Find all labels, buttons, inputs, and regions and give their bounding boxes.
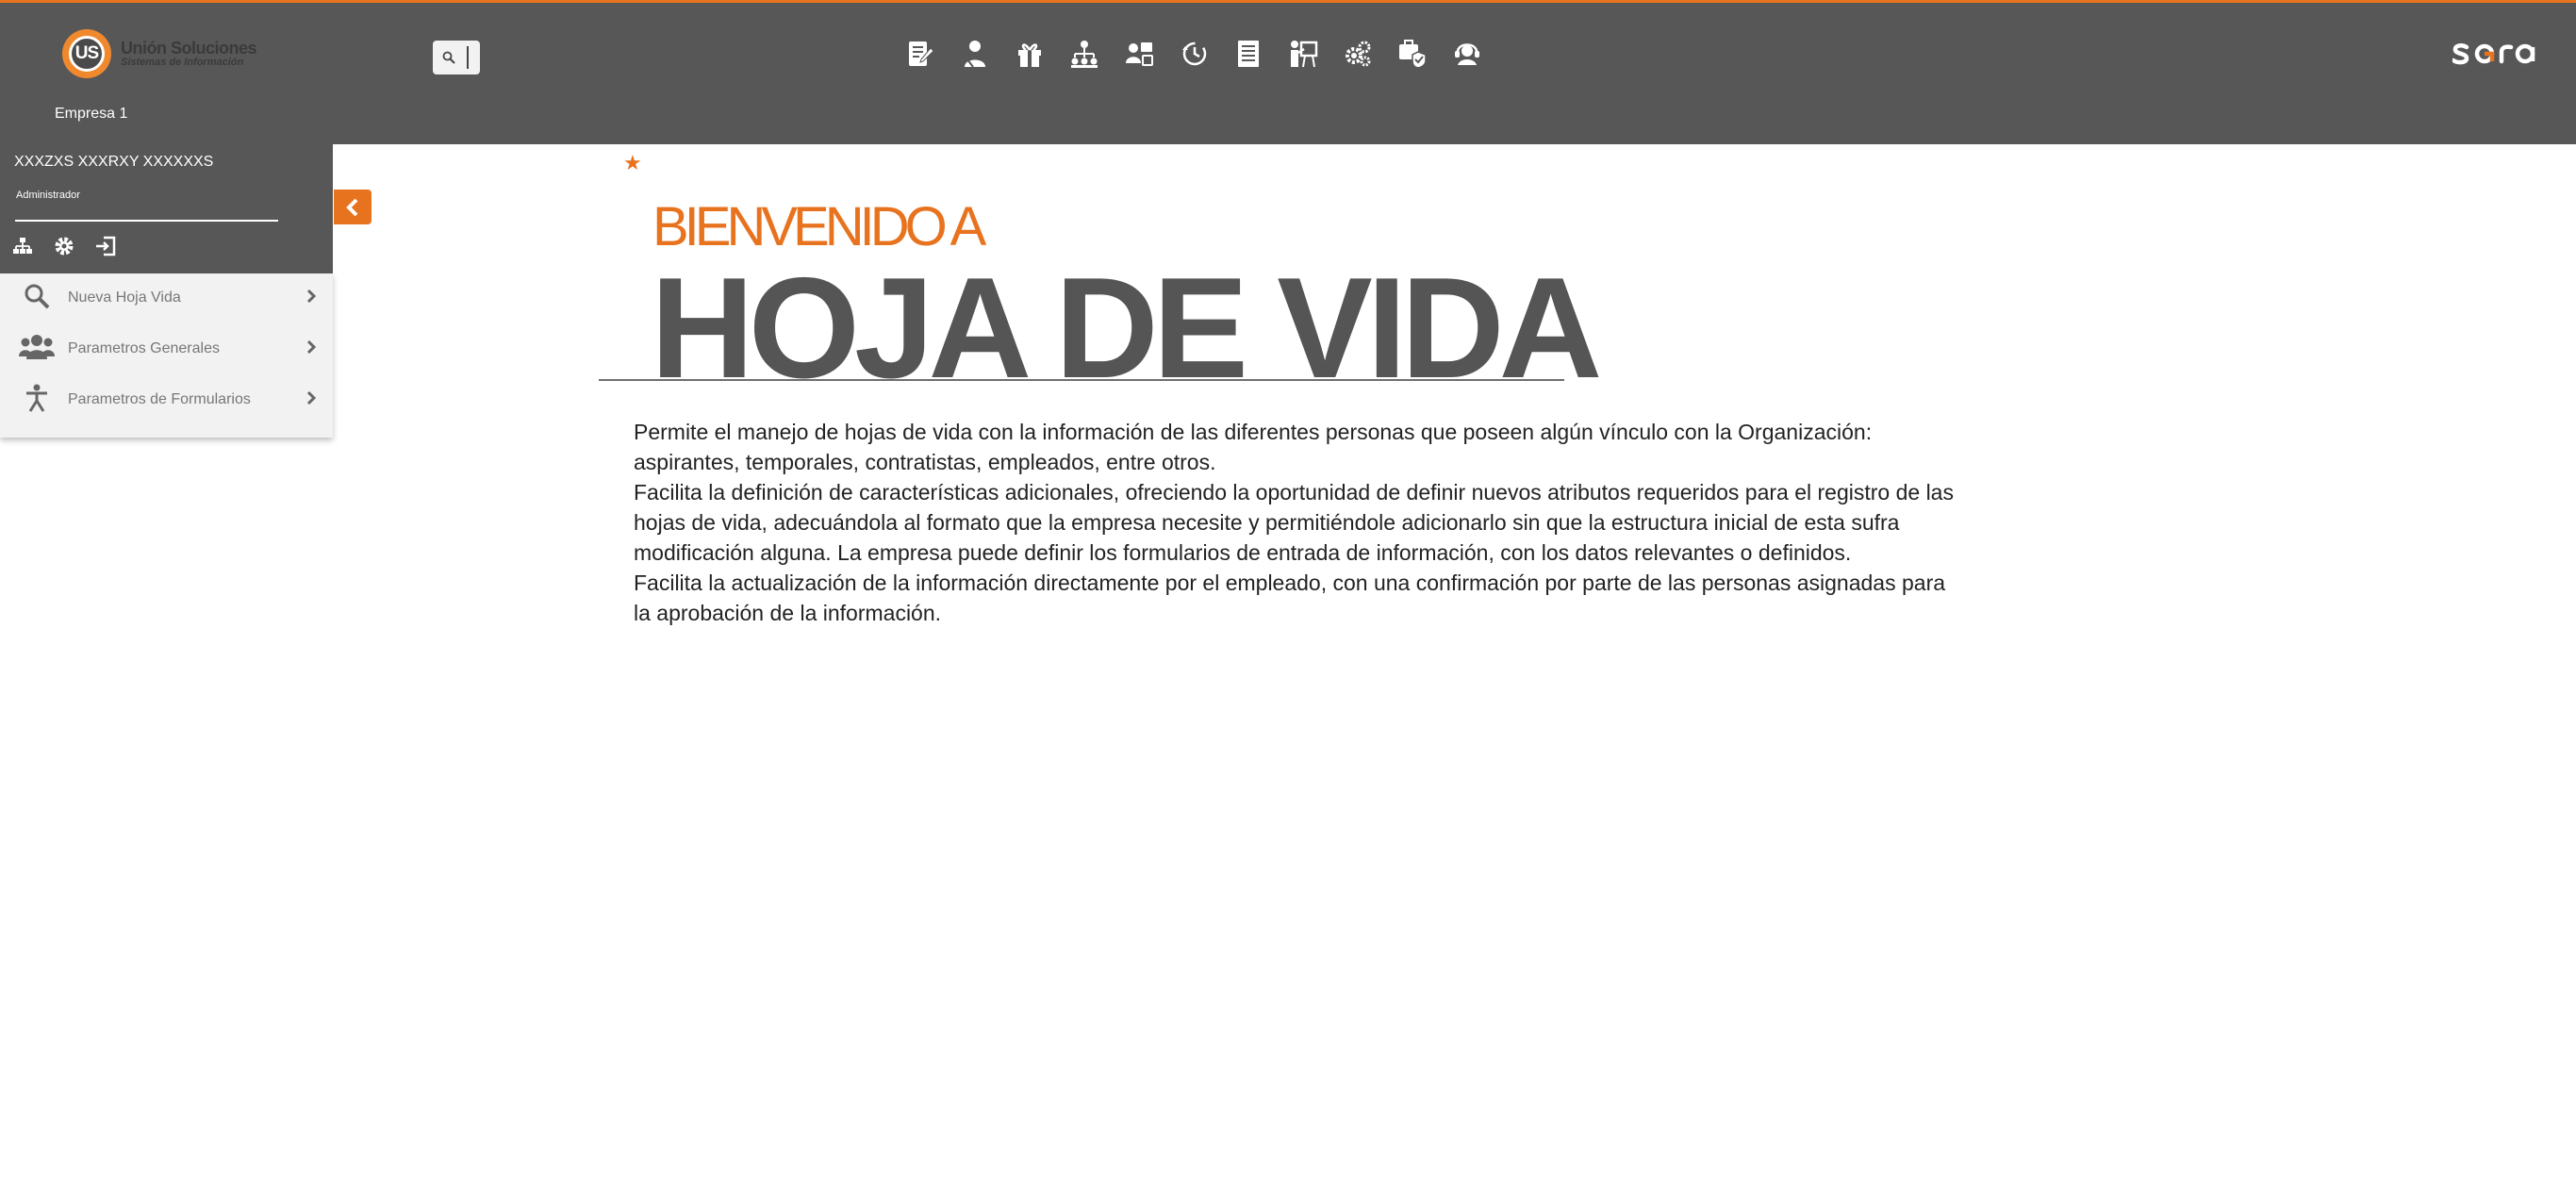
description-paragraph: Permite el manejo de hojas de vida con l…: [634, 420, 1873, 474]
training-icon[interactable]: [1286, 37, 1320, 71]
sitemap-icon[interactable]: [11, 235, 34, 257]
sidebar-item-parametros-generales[interactable]: Parametros Generales: [0, 324, 333, 373]
sidebar-item-label: Nueva Hoja Vida: [68, 289, 181, 306]
chevron-right-icon: [306, 390, 317, 405]
text-cursor: [467, 46, 469, 69]
company-name[interactable]: Empresa 1: [55, 106, 127, 123]
logo-mark: US: [62, 29, 111, 78]
gift-icon[interactable]: [1013, 37, 1047, 71]
top-bar: US Unión Soluciones Sistemas de Informac…: [0, 0, 2576, 144]
sidebar-item-label: Parametros de Formularios: [68, 391, 251, 407]
title-divider: [599, 379, 1564, 381]
chevron-right-icon: [306, 289, 317, 304]
description-paragraph: Facilita la actualización de la informac…: [634, 571, 1946, 625]
settings-icon[interactable]: [53, 235, 75, 257]
user-name: XXXZXS XXXRXY XXXXXXS: [14, 154, 214, 170]
description-paragraph: Facilita la definición de característica…: [634, 480, 1954, 565]
star-icon: ★: [623, 151, 642, 174]
gears-icon[interactable]: [1341, 37, 1375, 71]
logo-subtitle: Sistemas de Información: [121, 56, 244, 68]
company-logo[interactable]: US Unión Soluciones Sistemas de Informac…: [62, 27, 257, 80]
document-edit-icon[interactable]: [903, 37, 937, 71]
search-icon: [442, 51, 455, 64]
collapse-sidebar-button[interactable]: [334, 190, 372, 224]
employee-icon[interactable]: [958, 37, 992, 71]
logo-letters: US: [74, 43, 99, 63]
logo-name: Unión Soluciones: [121, 38, 257, 58]
sara-brand-logo: [2452, 43, 2535, 65]
clock-history-icon[interactable]: [1177, 37, 1211, 71]
search-icon: [17, 281, 57, 311]
user-role: Administrador: [16, 190, 80, 201]
chevron-left-icon: [346, 198, 358, 216]
hierarchy-icon[interactable]: [1067, 37, 1101, 71]
user-card: XXXZXS XXXRXY XXXXXXS Administrador: [0, 144, 333, 273]
module-description: Permite el manejo de hojas de vida con l…: [634, 417, 1954, 628]
users-icon: [17, 332, 57, 362]
module-nav: [903, 37, 1484, 71]
report-list-icon[interactable]: [1231, 37, 1265, 71]
support-agent-icon[interactable]: [1450, 37, 1484, 71]
logout-icon[interactable]: [94, 235, 117, 257]
sidebar-item-nueva-hoja-vida[interactable]: Nueva Hoja Vida: [0, 273, 333, 323]
user-transfer-icon[interactable]: [1122, 37, 1156, 71]
person-icon: [17, 383, 57, 413]
security-badge-icon[interactable]: [1395, 37, 1429, 71]
chevron-right-icon: [306, 339, 317, 355]
welcome-heading: BIENVENIDO A: [652, 196, 986, 257]
divider: [15, 220, 278, 222]
sidebar-item-parametros-de-formularios[interactable]: Parametros de Formularios: [0, 375, 333, 424]
sidebar-item-label: Parametros Generales: [68, 340, 220, 356]
sidebar-menu: Nueva Hoja Vida Parametros Generales Par…: [0, 273, 333, 438]
search-button[interactable]: [433, 41, 480, 74]
